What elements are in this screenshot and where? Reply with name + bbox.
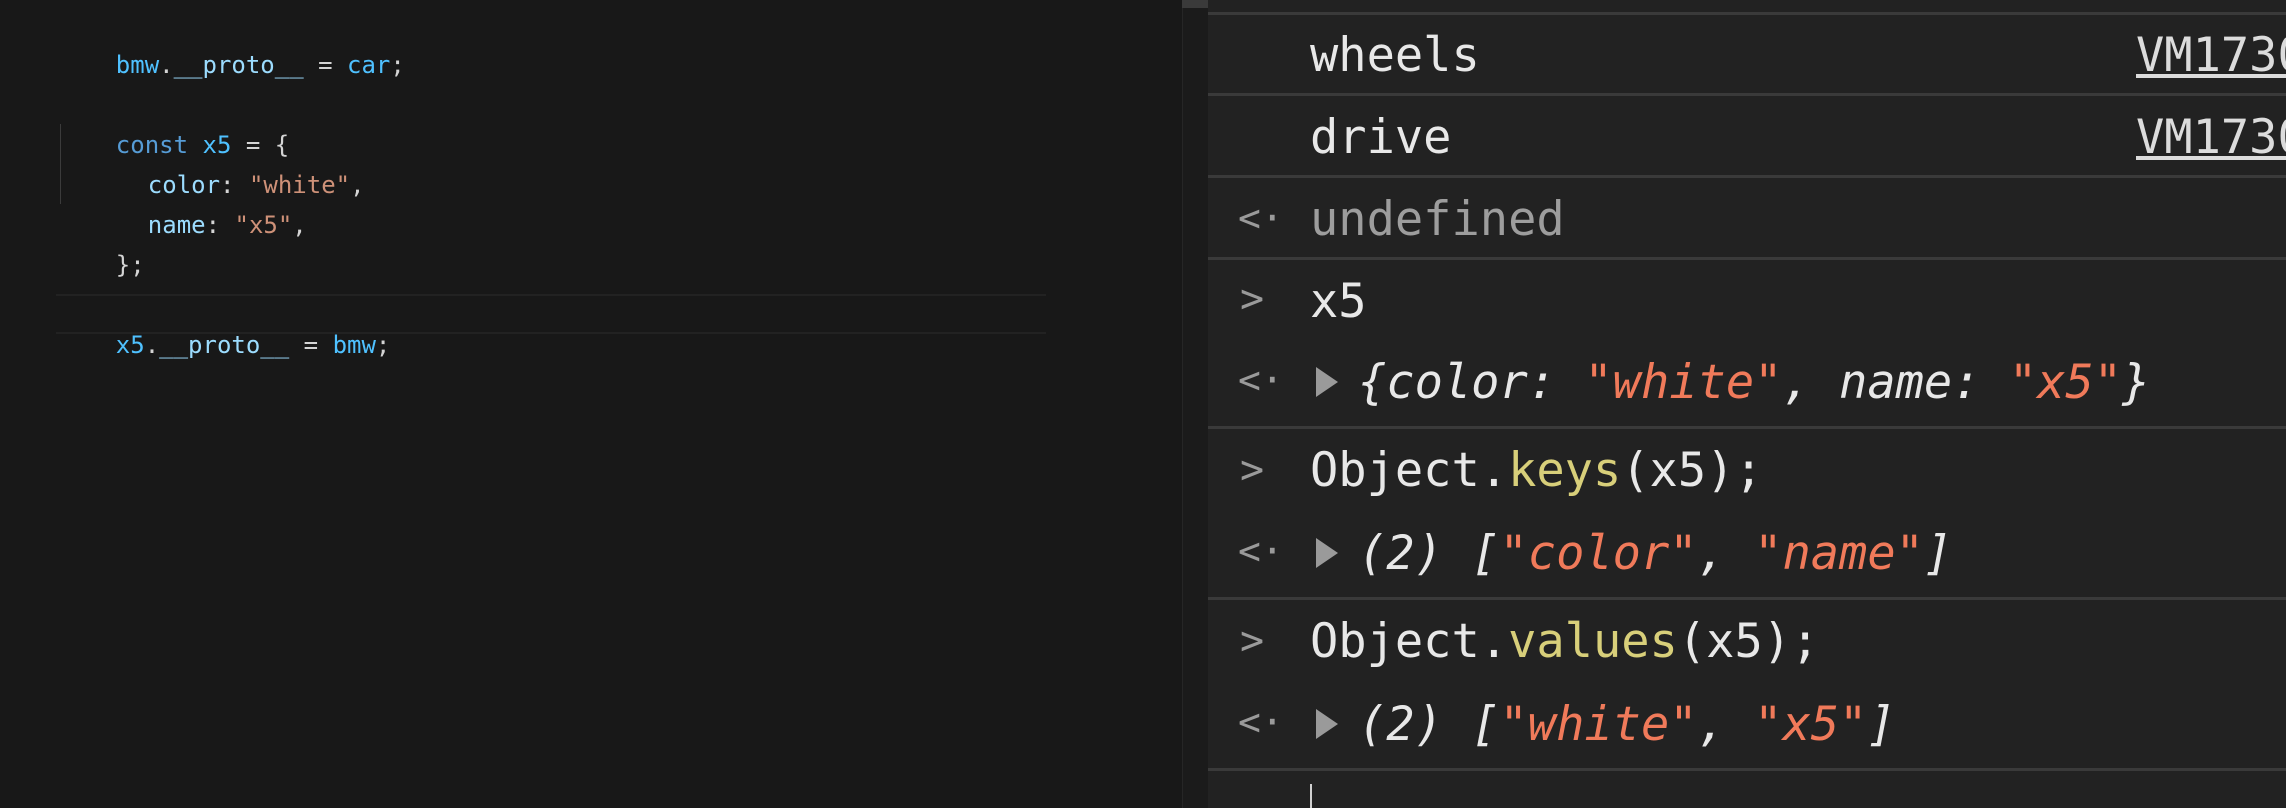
source-link[interactable]: VM1730 <box>2136 28 2286 83</box>
console-array-preview[interactable]: (2) ["color", "name"] <box>1358 526 1952 581</box>
code-line-2[interactable]: const x5 = { <box>58 94 289 159</box>
token-comma: , <box>292 211 307 239</box>
source-link[interactable]: VM1730 <box>2136 110 2286 165</box>
devtools-console[interactable]: wheels VM1730 drive VM1730 <· undefined … <box>1208 0 2286 808</box>
array-item: "color" <box>1499 526 1698 581</box>
comma: , <box>1697 526 1755 581</box>
token-property: __proto__ <box>173 51 304 79</box>
code-line-6[interactable]: x5.__proto__ = bmw; <box>58 294 391 359</box>
object-key: name <box>1839 355 1953 410</box>
expand-triangle-icon[interactable] <box>1316 538 1338 568</box>
separator: : <box>1952 355 2009 410</box>
token-colon: : <box>205 211 235 239</box>
code-line-4[interactable]: name: "x5", <box>90 174 307 239</box>
console-entry-values: > Object.values(x5); <· (2) ["white", "x… <box>1208 600 2286 771</box>
pane-splitter[interactable] <box>1182 0 1209 808</box>
object-string-value: "x5" <box>2008 355 2123 410</box>
token-key: name <box>147 211 206 239</box>
console-object-preview[interactable]: {color: "white", name: "x5"} <box>1358 355 2150 410</box>
prompt-chevron-icon: > <box>1240 618 1265 664</box>
result-arrow-icon: <· <box>1238 700 1284 744</box>
brace: { <box>1358 355 1387 410</box>
token-string: "x5" <box>234 211 293 239</box>
result-arrow-icon: <· <box>1238 196 1284 240</box>
token-operator: = <box>303 51 348 79</box>
token-semicolon: ; <box>390 51 405 79</box>
array-item: "white" <box>1499 697 1698 752</box>
code-line-5[interactable]: }; <box>58 214 145 279</box>
call-args: (x5); <box>1677 614 1820 669</box>
console-return-value: undefined <box>1310 192 1565 247</box>
expand-triangle-icon[interactable] <box>1316 367 1338 397</box>
token-dot: . <box>159 51 174 79</box>
comma: , <box>1697 697 1755 752</box>
console-input-text[interactable]: x5 <box>1310 274 1367 329</box>
array-item: "x5" <box>1754 697 1868 752</box>
array-item: "name" <box>1754 526 1924 581</box>
dot: . <box>1479 614 1509 669</box>
result-arrow-icon: <· <box>1238 529 1284 573</box>
comma: , <box>1782 355 1840 410</box>
expand-triangle-icon[interactable] <box>1316 709 1338 739</box>
object-key: color <box>1386 355 1528 410</box>
console-input-text[interactable]: Object.values(x5); <box>1310 614 1819 669</box>
token-dot: . <box>144 331 160 359</box>
console-log-text: wheels <box>1310 28 1480 83</box>
prompt-chevron-icon: > <box>1240 276 1265 322</box>
console-entry-keys: > Object.keys(x5); <· (2) ["color", "nam… <box>1208 429 2286 600</box>
bracket: [ <box>1442 697 1500 752</box>
token-identifier: car <box>347 51 391 79</box>
token-identifier: bmw <box>332 331 376 359</box>
console-row-undefined: <· undefined <box>1208 178 2286 260</box>
bracket: ] <box>1923 526 1953 581</box>
console-input-text[interactable]: Object.keys(x5); <box>1310 443 1763 498</box>
console-row-partial <box>1208 0 2286 15</box>
method-name: keys <box>1508 443 1622 498</box>
token-brace: }; <box>115 251 145 279</box>
console-entry-x5: > x5 <· {color: "white", name: "x5"} <box>1208 260 2286 429</box>
array-length: (2) <box>1358 526 1443 581</box>
console-array-preview[interactable]: (2) ["white", "x5"] <box>1358 697 1896 752</box>
token-comma: , <box>350 171 365 199</box>
code-line-1[interactable]: bmw.__proto__ = car; <box>58 14 405 79</box>
bracket: ] <box>1867 697 1896 752</box>
array-length: (2) <box>1358 697 1443 752</box>
brace: } <box>2122 355 2151 410</box>
console-row-wheels: wheels VM1730 <box>1208 15 2286 96</box>
code-line-3[interactable]: color: "white", <box>90 134 365 199</box>
object-string-value: "white" <box>1584 355 1783 410</box>
token-property: __proto__ <box>159 331 290 359</box>
object-identifier: Object <box>1310 614 1480 669</box>
result-arrow-icon: <· <box>1238 358 1284 402</box>
console-log-text: drive <box>1310 110 1452 165</box>
method-name: values <box>1508 614 1678 669</box>
bracket: [ <box>1442 526 1500 581</box>
code-editor[interactable]: bmw.__proto__ = car; const x5 = { color:… <box>0 0 1182 808</box>
call-args: (x5); <box>1621 443 1763 498</box>
token-operator: = <box>289 331 333 359</box>
token-identifier: bmw <box>115 51 160 79</box>
object-identifier: Object <box>1310 443 1480 498</box>
token-semicolon: ; <box>375 331 391 359</box>
token-identifier: x5 <box>115 331 145 359</box>
console-input-caret[interactable] <box>1310 784 1312 808</box>
separator: : <box>1527 355 1585 410</box>
dot: . <box>1479 443 1509 498</box>
console-row-drive: drive VM1730 <box>1208 96 2286 178</box>
splitter-handle[interactable] <box>1182 0 1208 8</box>
prompt-chevron-icon: > <box>1240 447 1265 493</box>
